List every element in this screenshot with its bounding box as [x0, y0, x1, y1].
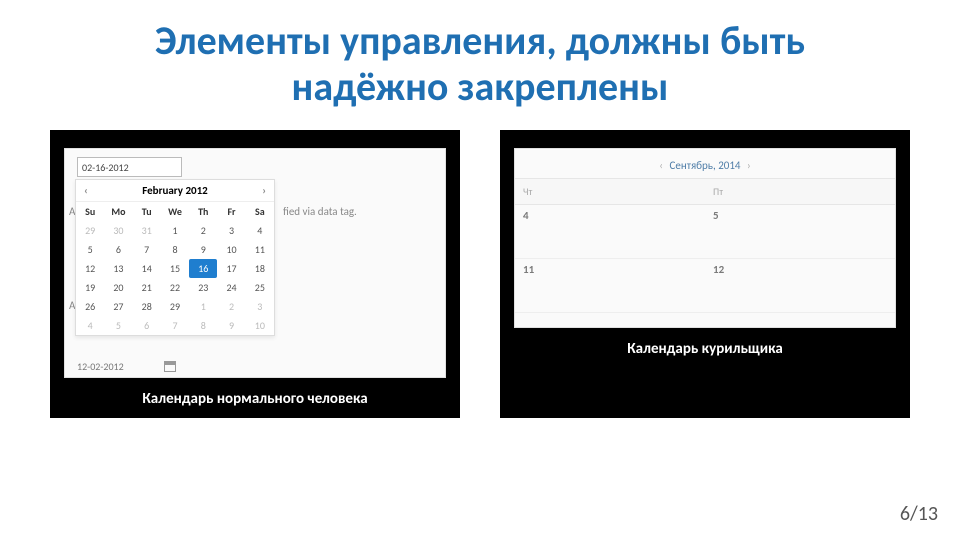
dow-cell: Th	[189, 202, 217, 221]
dow-cell: Tu	[133, 202, 161, 221]
dow-cell: We	[161, 202, 189, 221]
day-cell[interactable]: 10	[217, 240, 245, 259]
day-cell[interactable]: 8	[189, 316, 217, 335]
day-cell[interactable]: 17	[217, 259, 245, 278]
date-input[interactable]: 02-16-2012	[77, 157, 182, 177]
day-cell[interactable]: 24	[217, 278, 245, 297]
day-cell[interactable]: 14	[133, 259, 161, 278]
day-cell[interactable]: 3	[217, 221, 245, 240]
day-cell[interactable]: 9	[217, 316, 245, 335]
day-cell[interactable]: 13	[104, 259, 132, 278]
day-cell[interactable]: 4	[515, 205, 705, 259]
dow-cell: Sa	[246, 202, 274, 221]
big-calendar: ЧтПт 451112	[515, 178, 895, 313]
slide-title: Элементы управления, должны быть надёжно…	[0, 0, 960, 110]
day-cell[interactable]: 2	[217, 297, 245, 316]
day-cell[interactable]: 28	[133, 297, 161, 316]
day-cell[interactable]: 30	[104, 221, 132, 240]
day-cell[interactable]: 5	[76, 240, 104, 259]
right-panel: ‹ Сентябрь, 2014 › ЧтПт 451112 Календарь…	[500, 130, 910, 418]
day-cell[interactable]: 3	[246, 297, 274, 316]
day-cell[interactable]: 2	[189, 221, 217, 240]
day-cell[interactable]: 7	[133, 240, 161, 259]
calendar-icon[interactable]	[164, 361, 176, 372]
day-cell[interactable]: 11	[515, 259, 705, 313]
day-cell[interactable]: 12	[705, 259, 895, 313]
day-cell[interactable]: 1	[189, 297, 217, 316]
next-month-icon[interactable]: ›	[262, 184, 266, 197]
day-cell[interactable]: 8	[161, 240, 189, 259]
right-month-label[interactable]: Сентябрь, 2014	[669, 159, 740, 172]
prev-month-icon[interactable]: ‹	[84, 184, 88, 197]
dow-cell: Чт	[515, 179, 705, 205]
day-cell[interactable]: 6	[133, 316, 161, 335]
day-cell[interactable]: 9	[189, 240, 217, 259]
day-cell[interactable]: 21	[133, 278, 161, 297]
dow-cell: Mo	[104, 202, 132, 221]
secondary-date: 12-02-2012	[77, 360, 176, 373]
day-cell[interactable]: 25	[246, 278, 274, 297]
month-label[interactable]: February 2012	[142, 184, 208, 197]
dow-cell: Пт	[705, 179, 895, 205]
bg-hint: fied via data tag.	[283, 205, 357, 218]
day-cell[interactable]: 23	[189, 278, 217, 297]
day-cell[interactable]: 7	[161, 316, 189, 335]
day-cell[interactable]: 22	[161, 278, 189, 297]
day-cell[interactable]: 27	[104, 297, 132, 316]
day-cell[interactable]: 12	[76, 259, 104, 278]
page-number: 6/13	[900, 502, 938, 526]
day-cell[interactable]: 20	[104, 278, 132, 297]
day-cell[interactable]: 5	[705, 205, 895, 259]
day-cell[interactable]: 4	[76, 316, 104, 335]
datepicker-header: ‹ February 2012 ›	[76, 180, 274, 202]
day-cell[interactable]: 26	[76, 297, 104, 316]
day-cell[interactable]: 5	[104, 316, 132, 335]
datepicker-grid: SuMoTuWeThFrSa 2930311234567891011121314…	[76, 202, 274, 335]
left-caption: Календарь нормального человека	[142, 390, 367, 408]
right-screenshot: ‹ Сентябрь, 2014 › ЧтПт 451112	[514, 148, 896, 328]
panels-row: 02-16-2012 Atta fied via data tag. Ad ‹ …	[0, 110, 960, 418]
title-line-2: надёжно закреплены	[40, 64, 920, 110]
day-cell[interactable]: 6	[104, 240, 132, 259]
right-month-header: ‹ Сентябрь, 2014 ›	[515, 149, 895, 178]
day-cell[interactable]: 18	[246, 259, 274, 278]
next-month-icon[interactable]: ›	[743, 159, 755, 172]
date-input-value: 02-16-2012	[82, 161, 129, 174]
left-panel: 02-16-2012 Atta fied via data tag. Ad ‹ …	[50, 130, 460, 418]
title-line-1: Элементы управления, должны быть	[40, 18, 920, 64]
right-caption: Календарь курильщика	[627, 340, 782, 358]
day-cell[interactable]: 4	[246, 221, 274, 240]
day-cell[interactable]: 29	[76, 221, 104, 240]
day-cell[interactable]: 19	[76, 278, 104, 297]
datepicker-popup: ‹ February 2012 › SuMoTuWeThFrSa 2930311…	[75, 179, 275, 336]
day-cell[interactable]: 31	[133, 221, 161, 240]
day-cell[interactable]: 16	[189, 259, 217, 278]
left-screenshot: 02-16-2012 Atta fied via data tag. Ad ‹ …	[64, 148, 446, 378]
day-cell[interactable]: 29	[161, 297, 189, 316]
day-cell[interactable]: 10	[246, 316, 274, 335]
prev-month-icon[interactable]: ‹	[655, 159, 667, 172]
day-cell[interactable]: 11	[246, 240, 274, 259]
dow-cell: Su	[76, 202, 104, 221]
day-cell[interactable]: 1	[161, 221, 189, 240]
secondary-date-text: 12-02-2012	[77, 360, 124, 373]
dow-cell: Fr	[217, 202, 245, 221]
day-cell[interactable]: 15	[161, 259, 189, 278]
